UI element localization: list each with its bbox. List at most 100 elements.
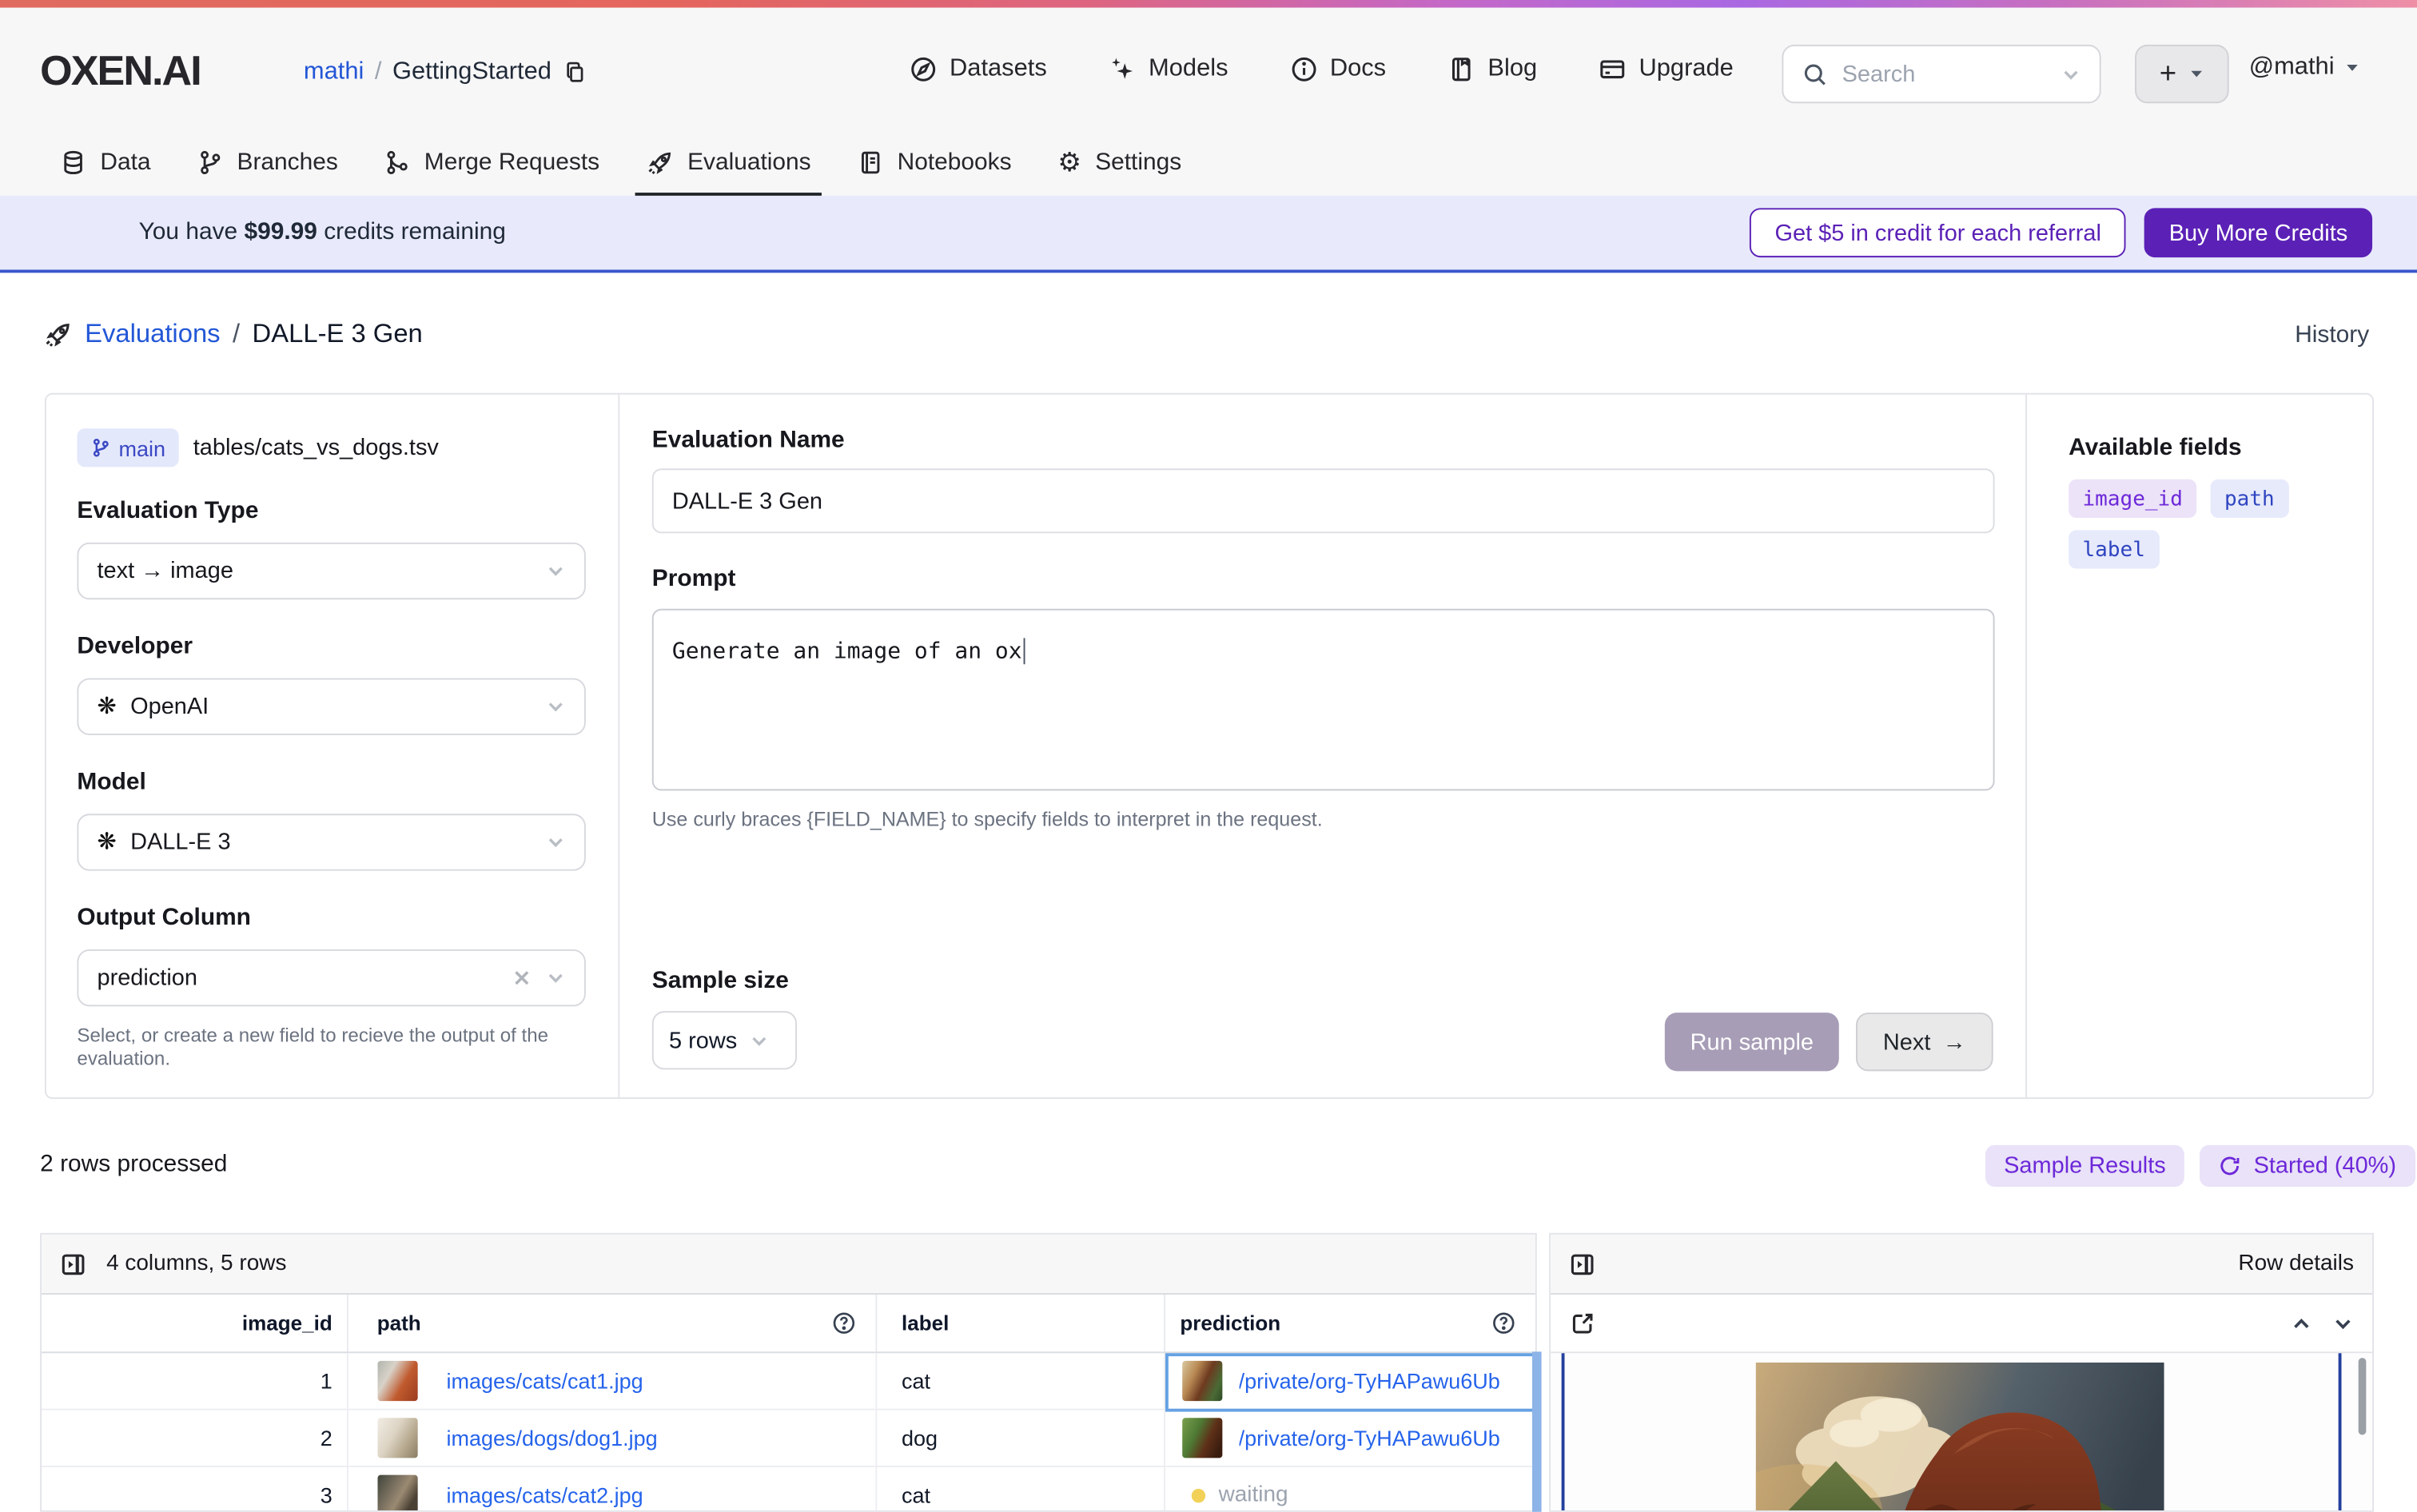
chevron-down-icon[interactable]	[2332, 1312, 2354, 1334]
collapse-panel-icon[interactable]	[60, 1251, 86, 1277]
cell-prediction[interactable]: /private/org-TyHAPawu6Ub	[1163, 1410, 1535, 1466]
tab-branches[interactable]: Branches	[173, 129, 360, 196]
column-header-prediction[interactable]: prediction	[1163, 1294, 1535, 1352]
path-link[interactable]: images/dogs/dog1.jpg	[447, 1426, 658, 1450]
buy-credits-button[interactable]: Buy More Credits	[2144, 208, 2373, 258]
waiting-text: waiting	[1218, 1482, 1288, 1508]
user-menu[interactable]: @mathi	[2249, 54, 2361, 82]
openai-logo-icon: ❋	[97, 829, 117, 856]
nav-item-models[interactable]: Models	[1109, 54, 1228, 82]
cell-prediction-waiting[interactable]: waiting	[1163, 1466, 1535, 1510]
column-header-path[interactable]: path	[346, 1294, 875, 1352]
database-icon	[60, 149, 86, 176]
credit-card-icon	[1599, 54, 1627, 82]
sample-results-button[interactable]: Sample Results	[1985, 1144, 2184, 1187]
evaluations-breadcrumb-link[interactable]: Evaluations	[85, 319, 221, 350]
prediction-link[interactable]: /private/org-TyHAPawu6Ub	[1239, 1426, 1500, 1450]
config-left-column: main tables/cats_vs_dogs.tsv Evaluation …	[46, 395, 618, 1097]
field-chip-path[interactable]: path	[2210, 479, 2289, 518]
nav-item-docs[interactable]: Docs	[1290, 54, 1386, 82]
output-column-select[interactable]: prediction	[77, 949, 586, 1007]
nav-label: Datasets	[949, 54, 1047, 82]
evaluation-config-card: main tables/cats_vs_dogs.tsv Evaluation …	[44, 392, 2374, 1100]
cell-image-id[interactable]: 2	[42, 1411, 346, 1466]
tab-merge-requests[interactable]: Merge Requests	[361, 129, 623, 196]
oxen-logo[interactable]: OXEN.AI	[40, 48, 202, 96]
copy-icon[interactable]	[562, 60, 587, 85]
nav-item-blog[interactable]: Blog	[1447, 54, 1537, 82]
path-link[interactable]: images/cats/cat1.jpg	[447, 1369, 643, 1394]
nav-item-upgrade[interactable]: Upgrade	[1599, 54, 1734, 82]
credits-banner: You have $99.99 credits remaining Get $5…	[0, 195, 2417, 273]
waiting-dot-icon	[1190, 1488, 1205, 1502]
column-header-label[interactable]: label	[875, 1294, 1163, 1352]
table-meta-row: 4 columns, 5 rows	[42, 1234, 1535, 1295]
branch-name: main	[118, 435, 166, 460]
clear-icon[interactable]	[512, 968, 532, 988]
field-chip-label[interactable]: label	[2069, 530, 2160, 569]
refresh-icon	[2218, 1154, 2241, 1177]
cell-label[interactable]: dog	[875, 1410, 1163, 1466]
table-row: 2 images/dogs/dog1.jpg dog /private/org-…	[42, 1410, 1535, 1467]
help-icon[interactable]	[1491, 1310, 1517, 1336]
eval-type-select[interactable]: text → image	[77, 542, 586, 600]
tab-evaluations[interactable]: Evaluations	[623, 129, 834, 196]
cat-thumbnail	[376, 1360, 417, 1402]
help-icon[interactable]	[830, 1310, 857, 1336]
prompt-textarea[interactable]: Generate an image of an ox	[651, 608, 1995, 791]
developer-label: Developer	[77, 633, 193, 660]
developer-select[interactable]: ❋ OpenAI	[77, 678, 586, 735]
chevron-up-icon[interactable]	[2291, 1312, 2312, 1334]
cell-label[interactable]: cat	[875, 1466, 1163, 1510]
cell-image-id[interactable]: 1	[42, 1353, 346, 1408]
page-title: DALL-E 3 Gen	[252, 319, 423, 348]
selection-border-right	[2338, 1353, 2342, 1510]
sample-size-select[interactable]: 5 rows	[651, 1011, 798, 1070]
cell-label[interactable]: cat	[875, 1353, 1163, 1409]
tab-notebooks[interactable]: Notebooks	[834, 129, 1035, 196]
column-header-image-id[interactable]: image_id	[42, 1295, 346, 1351]
repo-tab-bar: Data Branches Merge Requests Evaluations…	[0, 129, 2417, 196]
referral-button[interactable]: Get $5 in credit for each referral	[1750, 208, 2126, 258]
run-sample-button[interactable]: Run sample	[1664, 1013, 1839, 1072]
next-button[interactable]: Next →	[1855, 1013, 1993, 1072]
header-nav: Datasets Models Docs Blog Upgrade	[910, 8, 1734, 129]
tab-settings[interactable]: ⚙ Settings	[1034, 129, 1205, 196]
cell-image-id[interactable]: 3	[42, 1467, 346, 1510]
expand-icon[interactable]	[1569, 1310, 1595, 1336]
credits-message: You have $99.99 credits remaining	[138, 218, 506, 245]
breadcrumb-user-link[interactable]: mathi	[304, 58, 364, 86]
nav-item-datasets[interactable]: Datasets	[910, 54, 1047, 82]
sparkles-icon	[1109, 54, 1137, 82]
history-link[interactable]: History	[2295, 322, 2369, 350]
field-chip-image-id[interactable]: image_id	[2069, 479, 2197, 518]
info-icon	[1290, 54, 1318, 82]
table-row: 3 images/cats/cat2.jpg cat waiting	[42, 1466, 1535, 1510]
output-column-label: Output Column	[77, 905, 251, 931]
status-badge[interactable]: Started (40%)	[2200, 1144, 2415, 1187]
cell-prediction-selected[interactable]: /private/org-TyHAPawu6Ub	[1163, 1353, 1535, 1409]
breadcrumb-repo-link[interactable]: GettingStarted	[392, 58, 551, 86]
branch-badge[interactable]: main	[77, 428, 180, 468]
eval-type-value: text → image	[97, 558, 233, 584]
evaluation-name-label: Evaluation Name	[651, 427, 845, 453]
cell-path[interactable]: images/cats/cat1.jpg	[346, 1353, 875, 1409]
row-details-panel: Row details	[1549, 1232, 2374, 1512]
tab-data[interactable]: Data	[37, 129, 173, 196]
vertical-scrollbar-thumb[interactable]	[2358, 1358, 2367, 1435]
caret-down-icon	[2345, 60, 2360, 75]
search-placeholder: Search	[1842, 61, 1916, 87]
new-repo-button[interactable]: +	[2135, 44, 2229, 104]
output-column-help: Select, or create a new field to recieve…	[77, 1025, 549, 1070]
collapse-panel-icon[interactable]	[1569, 1251, 1595, 1277]
path-link[interactable]: images/cats/cat2.jpg	[447, 1482, 643, 1507]
developer-value: OpenAI	[130, 693, 209, 720]
search-input[interactable]: Search	[1782, 44, 2101, 104]
evaluation-name-input[interactable]: DALL-E 3 Gen	[651, 468, 1995, 534]
model-select[interactable]: ❋ DALL-E 3	[77, 814, 586, 871]
nav-label: Upgrade	[1639, 54, 1734, 82]
text-cursor	[1023, 638, 1026, 665]
cell-path[interactable]: images/cats/cat2.jpg	[346, 1466, 875, 1510]
prediction-link[interactable]: /private/org-TyHAPawu6Ub	[1239, 1369, 1500, 1394]
cell-path[interactable]: images/dogs/dog1.jpg	[346, 1410, 875, 1466]
